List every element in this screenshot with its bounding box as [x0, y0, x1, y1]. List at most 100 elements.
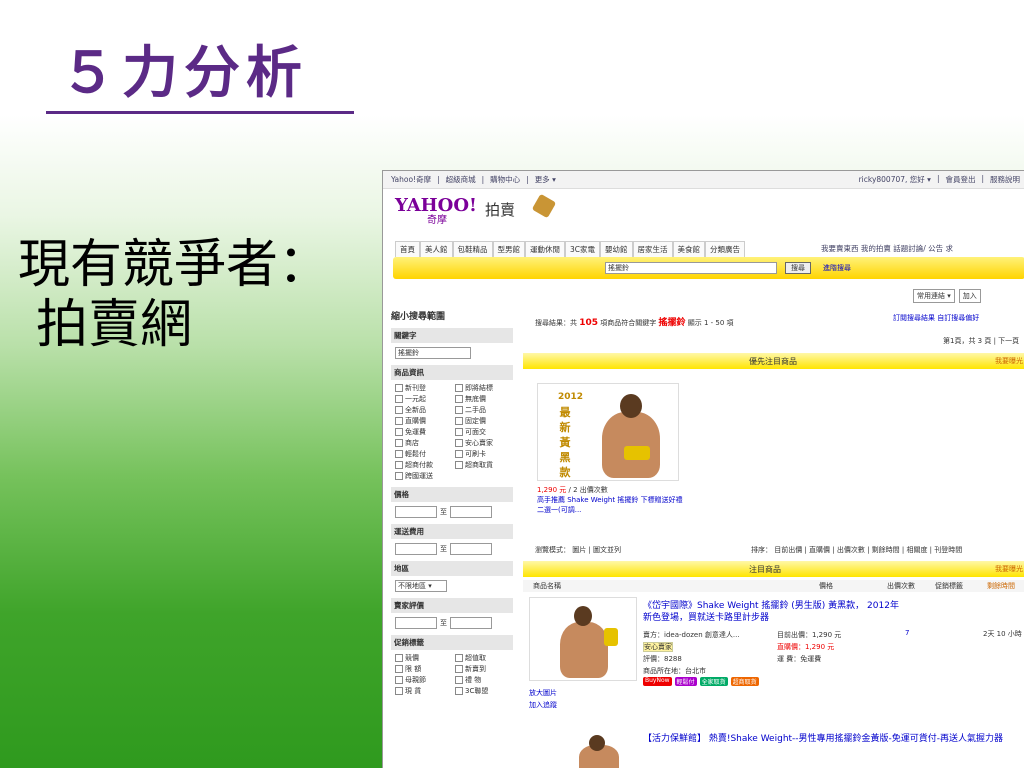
filter-checkbox[interactable]: 可刷卡 [455, 449, 511, 459]
item1-badge: 全家取貨 [699, 677, 728, 686]
search-input[interactable]: 搖擺鈴 [605, 262, 777, 274]
sort-options[interactable]: 排序： 目前出價 | 直購價 | 出價次數 | 剩餘時間 | 相關度 | 刊登時… [751, 545, 962, 555]
view-mode[interactable]: 瀏覽模式： 圖片 | 圖文並列 [535, 545, 621, 555]
col-bids[interactable]: 出價次數 [887, 581, 915, 591]
top-link[interactable]: 購物中心 [490, 174, 520, 185]
nav-tab[interactable]: 首頁 [395, 241, 420, 257]
featured-badge-text: 2012 最 新 黃 黑 款 [558, 390, 584, 480]
keyword-input[interactable]: 搖擺鈴 [395, 347, 471, 359]
nav-tab[interactable]: 居家生活 [632, 241, 673, 257]
favorites-select[interactable]: 常用連結 ▾ [913, 289, 955, 303]
promo-checkbox[interactable]: 3C聯盟 [455, 686, 511, 696]
filter-checkbox[interactable]: 商店 [395, 438, 451, 448]
featured-product-image[interactable]: 2012 最 新 黃 黑 款 [537, 383, 679, 481]
badge-year: 2012 [558, 392, 584, 402]
nav-tab[interactable]: 分類廣告 [705, 241, 746, 257]
item1-badge: BuyNow [643, 677, 672, 686]
listing-expose-link[interactable]: 我要曝光 [995, 564, 1024, 574]
filter-checkbox[interactable]: 一元起 [395, 394, 451, 404]
summary-mid: 項商品符合關鍵字 [600, 319, 657, 327]
filter-checkbox[interactable]: 即將結標 [455, 383, 511, 393]
top-link[interactable]: Yahoo!奇摩 [391, 174, 431, 185]
filter-checkbox[interactable]: 超商取貨 [455, 460, 511, 470]
zoom-image-link[interactable]: 放大圖片 [529, 689, 557, 697]
top-link[interactable]: 更多 ▾ [535, 174, 556, 185]
item1-current-bid: 目前出價：1,290 元 [777, 631, 842, 639]
nav-tab[interactable]: 包鞋精品 [452, 241, 493, 257]
item1-bids[interactable]: 7 [905, 629, 909, 637]
featured-expose-link[interactable]: 我要曝光 [995, 356, 1024, 366]
product-info-section: 商品資訊 [391, 365, 513, 380]
filter-checkbox[interactable]: 新刊登 [395, 383, 451, 393]
pagination[interactable]: 第1頁，共 3 頁 | 下一頁 [943, 336, 1019, 346]
item1-seller[interactable]: 賣方：idea-dozen 創意達人... [643, 631, 740, 639]
filter-checkbox[interactable]: 無底價 [455, 394, 511, 404]
rating-max-input[interactable] [450, 617, 492, 629]
logout-link[interactable]: 會員登出 [945, 174, 975, 185]
tools: 常用連結 ▾ 加入 [913, 289, 981, 303]
item1-rating: 評價：8288 [643, 655, 682, 663]
filter-checkbox[interactable]: 可面交 [455, 427, 511, 437]
featured-desc[interactable]: 高手推薦 Shake Weight 搖擺鈴 下標贈送好禮二選一(可調... [537, 496, 683, 514]
badge-char: 最 [559, 406, 571, 419]
badge-char: 黑 [559, 451, 571, 464]
price-section: 價格 [391, 487, 513, 502]
nav-tab[interactable]: 美食館 [672, 241, 706, 257]
badge-char: 新 [559, 421, 571, 434]
filter-checkbox[interactable]: 超商付款 [395, 460, 451, 470]
filter-checkbox[interactable]: 全新品 [395, 405, 451, 415]
model-head [589, 735, 605, 751]
filter-checkbox[interactable]: 輕鬆付 [395, 449, 451, 459]
promo-checkbox[interactable]: 現 貨 [395, 686, 451, 696]
promo-checkbox[interactable]: 禮 物 [455, 675, 511, 685]
promo-checkbox[interactable]: 新賣到 [455, 664, 511, 674]
nav-tab[interactable]: 3C家電 [565, 241, 601, 257]
nav-tab[interactable]: 運動休閒 [525, 241, 565, 257]
range-to: 至 [440, 508, 447, 516]
nav-tab[interactable]: 型男館 [492, 241, 525, 257]
promo-checkbox[interactable]: 限 額 [395, 664, 451, 674]
nav-tab[interactable]: 美人館 [420, 241, 453, 257]
subtitle-line-2: 拍賣網 [36, 295, 193, 355]
region-section: 地區 [391, 561, 513, 576]
price-max-input[interactable] [450, 506, 492, 518]
promo-checkbox[interactable]: 母親節 [395, 675, 451, 685]
listing-band-title: 注目商品 [749, 564, 781, 574]
promo-section: 促銷標籤 [391, 635, 513, 650]
add-watch-link[interactable]: 加入追蹤 [529, 701, 557, 709]
item2-image[interactable] [529, 731, 637, 768]
filter-checkbox[interactable]: 安心賣家 [455, 438, 511, 448]
model-head [620, 394, 642, 418]
filter-checkbox[interactable]: 直購價 [395, 416, 451, 426]
featured-band-title: 優先注目商品 [749, 356, 797, 366]
nav-tab[interactable]: 嬰幼館 [600, 241, 633, 257]
advanced-search-link[interactable]: 進階搜尋 [823, 263, 851, 273]
price-min-input[interactable] [395, 506, 437, 518]
col-price[interactable]: 價格 [819, 581, 833, 591]
promo-checkbox[interactable]: 超值取 [455, 653, 511, 663]
shipping-min-input[interactable] [395, 543, 437, 555]
shipping-max-input[interactable] [450, 543, 492, 555]
subscribe-links[interactable]: 訂閱搜尋結果 自訂搜尋偏好 [893, 313, 979, 323]
help-link[interactable]: 服務說明 [990, 174, 1020, 185]
item2-title[interactable]: 【活力保鮮館】 熱賣!Shake Weight--男性專用搖擺鈴金黃版-免運可貨… [643, 733, 1023, 745]
filter-checkbox[interactable]: 固定價 [455, 416, 511, 426]
promo-checkbox[interactable]: 競價 [395, 653, 451, 663]
filter-checkbox[interactable]: 二手品 [455, 405, 511, 415]
featured-info: 1,290 元 / 2 出價次數 高手推薦 Shake Weight 搖擺鈴 下… [537, 485, 687, 515]
item1-badges: BuyNow 輕鬆付 全家取貨 超商取貨 [643, 677, 759, 686]
shipping-range: 至 [395, 543, 513, 555]
rating-min-input[interactable] [395, 617, 437, 629]
item1-title[interactable]: 《岱宇國際》Shake Weight 搖擺鈴 (男生版) 黃黑款， 2012年新… [643, 600, 905, 624]
sidebar-header: 縮小搜尋範圍 [391, 312, 446, 322]
item1-image[interactable] [529, 597, 637, 681]
filter-checkbox[interactable]: 跨國運送 [395, 471, 451, 481]
region-select[interactable]: 不限地區 ▾ [395, 580, 447, 592]
search-button[interactable]: 搜尋 [785, 262, 811, 274]
filter-checkbox[interactable]: 免運費 [395, 427, 451, 437]
user-greeting[interactable]: ricky800707, 您好 ▾ [859, 174, 931, 185]
add-button[interactable]: 加入 [958, 289, 981, 303]
nav-right-links[interactable]: 我要賣東西 我的拍賣 話題討論/ 公告 求 [821, 243, 953, 254]
top-link[interactable]: 超級商城 [446, 174, 476, 185]
col-time[interactable]: 剩餘時間 [987, 581, 1015, 591]
